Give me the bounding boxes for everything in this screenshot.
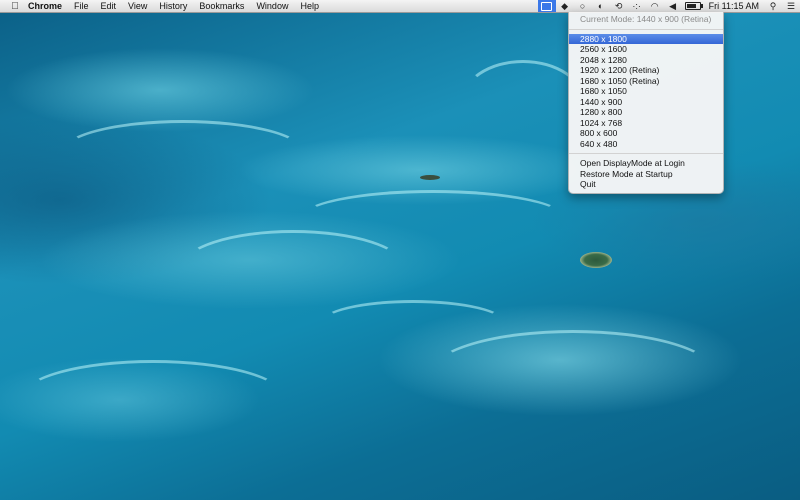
sync-icon[interactable]: ◐ — [592, 0, 610, 12]
resolution-item-1280x800[interactable]: 1280 x 800 — [569, 107, 723, 118]
menu-separator — [569, 153, 723, 154]
resolution-item-1024x768[interactable]: 1024 x 768 — [569, 118, 723, 129]
menu-edit[interactable]: Edit — [95, 0, 123, 12]
dropbox-icon[interactable]: ◆ — [556, 0, 574, 12]
menu-file[interactable]: File — [68, 0, 95, 12]
reef-pattern — [180, 230, 406, 306]
menu-app-name[interactable]: Chrome — [24, 0, 68, 12]
resolution-item-800x600[interactable]: 800 x 600 — [569, 128, 723, 139]
reef-pattern — [320, 300, 506, 346]
menu-history[interactable]: History — [153, 0, 193, 12]
resolution-item-2560x1600[interactable]: 2560 x 1600 — [569, 44, 723, 55]
menu-bookmarks[interactable]: Bookmarks — [193, 0, 250, 12]
battery-level — [684, 2, 703, 10]
menu-clock[interactable]: Fri 11:15 AM — [704, 1, 764, 11]
restore-mode-at-startup-item[interactable]: Restore Mode at Startup — [569, 169, 723, 180]
bluetooth-dots-icon[interactable]: ·:· — [628, 0, 646, 12]
spotlight-search-icon[interactable]: ⚲ — [764, 0, 782, 12]
resolution-item-1440x900[interactable]: 1440 x 900 — [569, 97, 723, 108]
current-mode-label: Current Mode: 1440 x 900 (Retina) — [580, 14, 712, 24]
reef-pattern — [20, 360, 286, 436]
apple-logo-icon[interactable]:  — [6, 1, 24, 12]
menu-window[interactable]: Window — [250, 0, 294, 12]
battery-icon[interactable] — [682, 0, 704, 12]
displaymode-dropdown-menu: Current Mode: 1440 x 900 (Retina) 2880 x… — [568, 12, 724, 194]
quit-item[interactable]: Quit — [569, 179, 723, 190]
resolution-item-640x480[interactable]: 640 x 480 — [569, 139, 723, 150]
volume-icon[interactable]: ◀ — [664, 0, 682, 12]
resolution-item-1920x1200-retina[interactable]: 1920 x 1200 (Retina) — [569, 65, 723, 76]
monitor-icon — [541, 1, 553, 11]
reef-pattern — [60, 120, 306, 186]
island — [580, 252, 612, 268]
menu-help[interactable]: Help — [294, 0, 325, 12]
reef-pattern — [430, 330, 716, 416]
time-machine-icon[interactable]: ⟲ — [610, 0, 628, 12]
chat-bubble-icon[interactable]: ○ — [574, 0, 592, 12]
resolution-item-1680x1050[interactable]: 1680 x 1050 — [569, 86, 723, 97]
island — [420, 175, 440, 180]
resolution-item-2880x1800[interactable]: 2880 x 1800 — [569, 33, 723, 44]
resolution-item-2048x1280[interactable]: 2048 x 1280 — [569, 55, 723, 66]
menu-separator — [569, 28, 723, 30]
open-at-login-item[interactable]: Open DisplayMode at Login — [569, 158, 723, 169]
wifi-icon[interactable]: ◠ — [646, 0, 664, 12]
status-menu-area: ◆ ○ ◐ ⟲ ·:· ◠ ◀ Fri 11:15 AM ⚲ ☰ — [537, 0, 800, 12]
resolution-item-1680x1050-retina[interactable]: 1680 x 1050 (Retina) — [569, 76, 723, 87]
notification-center-icon[interactable]: ☰ — [782, 0, 800, 12]
menu-view[interactable]: View — [122, 0, 153, 12]
displaymode-icon[interactable] — [537, 0, 556, 12]
